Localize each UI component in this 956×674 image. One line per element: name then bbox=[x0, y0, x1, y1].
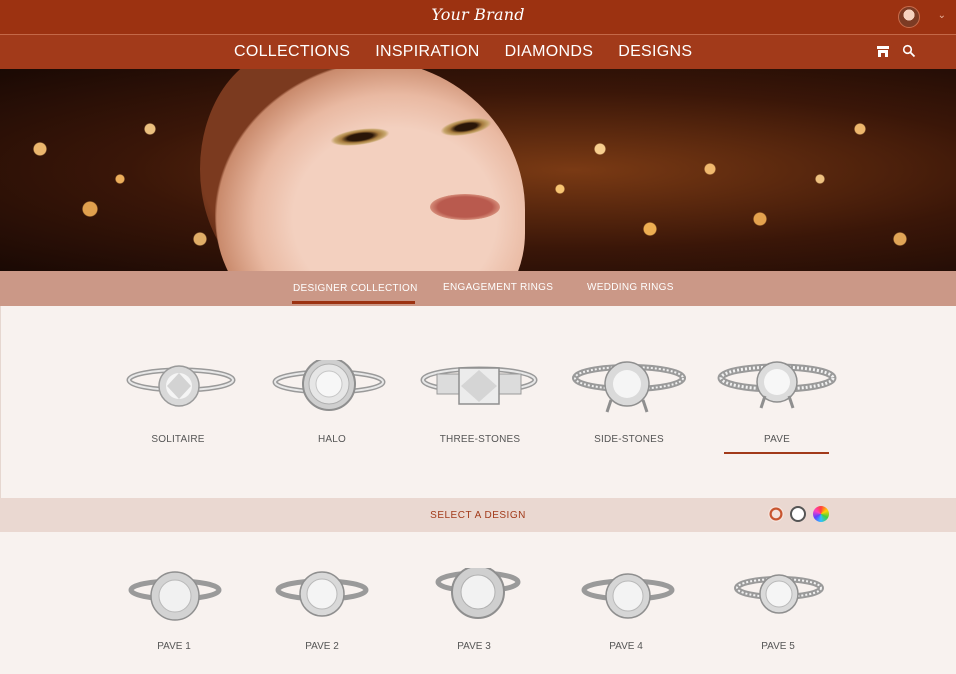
nav-items: COLLECTIONS INSPIRATION DIAMONDS DESIGNS bbox=[234, 43, 692, 61]
design-label-pave-1: PAVE 1 bbox=[157, 641, 191, 652]
design-item-pave-2[interactable] bbox=[272, 568, 372, 628]
rose-gold-swatch[interactable] bbox=[768, 506, 784, 522]
pave-1-ring-icon bbox=[128, 571, 222, 621]
style-item-halo[interactable] bbox=[269, 360, 389, 420]
design-item-pave-1[interactable] bbox=[125, 568, 225, 628]
side-stones-ring-icon bbox=[572, 361, 686, 413]
chevron-down-icon[interactable]: ⌄ bbox=[938, 10, 946, 21]
brand-logo[interactable]: Your Brand bbox=[0, 5, 956, 24]
style-label-halo: HALO bbox=[317, 434, 347, 445]
style-label-pave: PAVE bbox=[764, 434, 790, 445]
design-item-pave-3[interactable] bbox=[428, 568, 528, 628]
design-label-pave-5: PAVE 5 bbox=[761, 641, 795, 652]
active-style-indicator bbox=[724, 452, 829, 454]
category-tabs: DESIGNER COLLECTION ENGAGEMENT RINGS WED… bbox=[0, 271, 956, 306]
nav-actions bbox=[876, 44, 916, 58]
avatar[interactable] bbox=[898, 6, 920, 28]
white-gold-swatch[interactable] bbox=[790, 506, 806, 522]
style-item-pave[interactable] bbox=[717, 360, 837, 420]
style-label-solitaire: SOLITAIRE bbox=[151, 434, 205, 445]
main-nav: COLLECTIONS INSPIRATION DIAMONDS DESIGNS bbox=[0, 34, 956, 69]
design-label-pave-2: PAVE 2 bbox=[305, 641, 339, 652]
hero-image-face bbox=[215, 69, 525, 271]
style-item-side-stones[interactable] bbox=[569, 360, 689, 420]
style-item-solitaire[interactable] bbox=[121, 360, 241, 420]
pave-ring-icon bbox=[717, 361, 837, 409]
tab-wedding-rings[interactable]: WEDDING RINGS bbox=[587, 282, 674, 293]
search-icon[interactable] bbox=[902, 44, 916, 58]
top-header: Your Brand ⌄ bbox=[0, 0, 956, 34]
tab-engagement-rings[interactable]: ENGAGEMENT RINGS bbox=[443, 282, 553, 293]
style-item-three-stones[interactable] bbox=[419, 360, 539, 420]
style-label-three-stones: THREE-STONES bbox=[439, 434, 521, 445]
solitaire-ring-icon bbox=[126, 365, 236, 407]
three-stones-ring-icon bbox=[420, 366, 538, 405]
hero-banner bbox=[0, 69, 956, 271]
hero-image-lips bbox=[430, 194, 500, 220]
style-selector: SOLITAIRE HALO THREE-STONES SIDE-STONES … bbox=[0, 306, 956, 498]
pave-4-ring-icon bbox=[581, 573, 675, 619]
store-icon[interactable] bbox=[876, 44, 890, 58]
pave-3-ring-icon bbox=[435, 568, 521, 619]
nav-item-designs[interactable]: DESIGNS bbox=[618, 43, 692, 61]
style-label-side-stones: SIDE-STONES bbox=[594, 434, 664, 445]
design-item-pave-4[interactable] bbox=[578, 568, 678, 628]
nav-item-diamonds[interactable]: DIAMONDS bbox=[505, 43, 594, 61]
halo-ring-icon bbox=[272, 360, 386, 411]
pave-5-ring-icon bbox=[734, 574, 824, 614]
design-label-pave-3: PAVE 3 bbox=[457, 641, 491, 652]
pave-2-ring-icon bbox=[275, 571, 369, 617]
tab-designer-collection[interactable]: DESIGNER COLLECTION bbox=[293, 283, 418, 294]
multicolor-swatch[interactable] bbox=[813, 506, 829, 522]
page: Your Brand ⌄ COLLECTIONS INSPIRATION DIA… bbox=[0, 0, 956, 674]
nav-item-collections[interactable]: COLLECTIONS bbox=[234, 43, 350, 61]
design-list: PAVE 1 PAVE 2 PAVE 3 PAVE 4 PAVE 5 bbox=[0, 532, 956, 674]
active-tab-indicator bbox=[292, 301, 415, 304]
select-design-bar: SELECT A DESIGN bbox=[0, 498, 956, 532]
design-item-pave-5[interactable] bbox=[729, 568, 829, 628]
nav-item-inspiration[interactable]: INSPIRATION bbox=[375, 43, 479, 61]
design-label-pave-4: PAVE 4 bbox=[609, 641, 643, 652]
